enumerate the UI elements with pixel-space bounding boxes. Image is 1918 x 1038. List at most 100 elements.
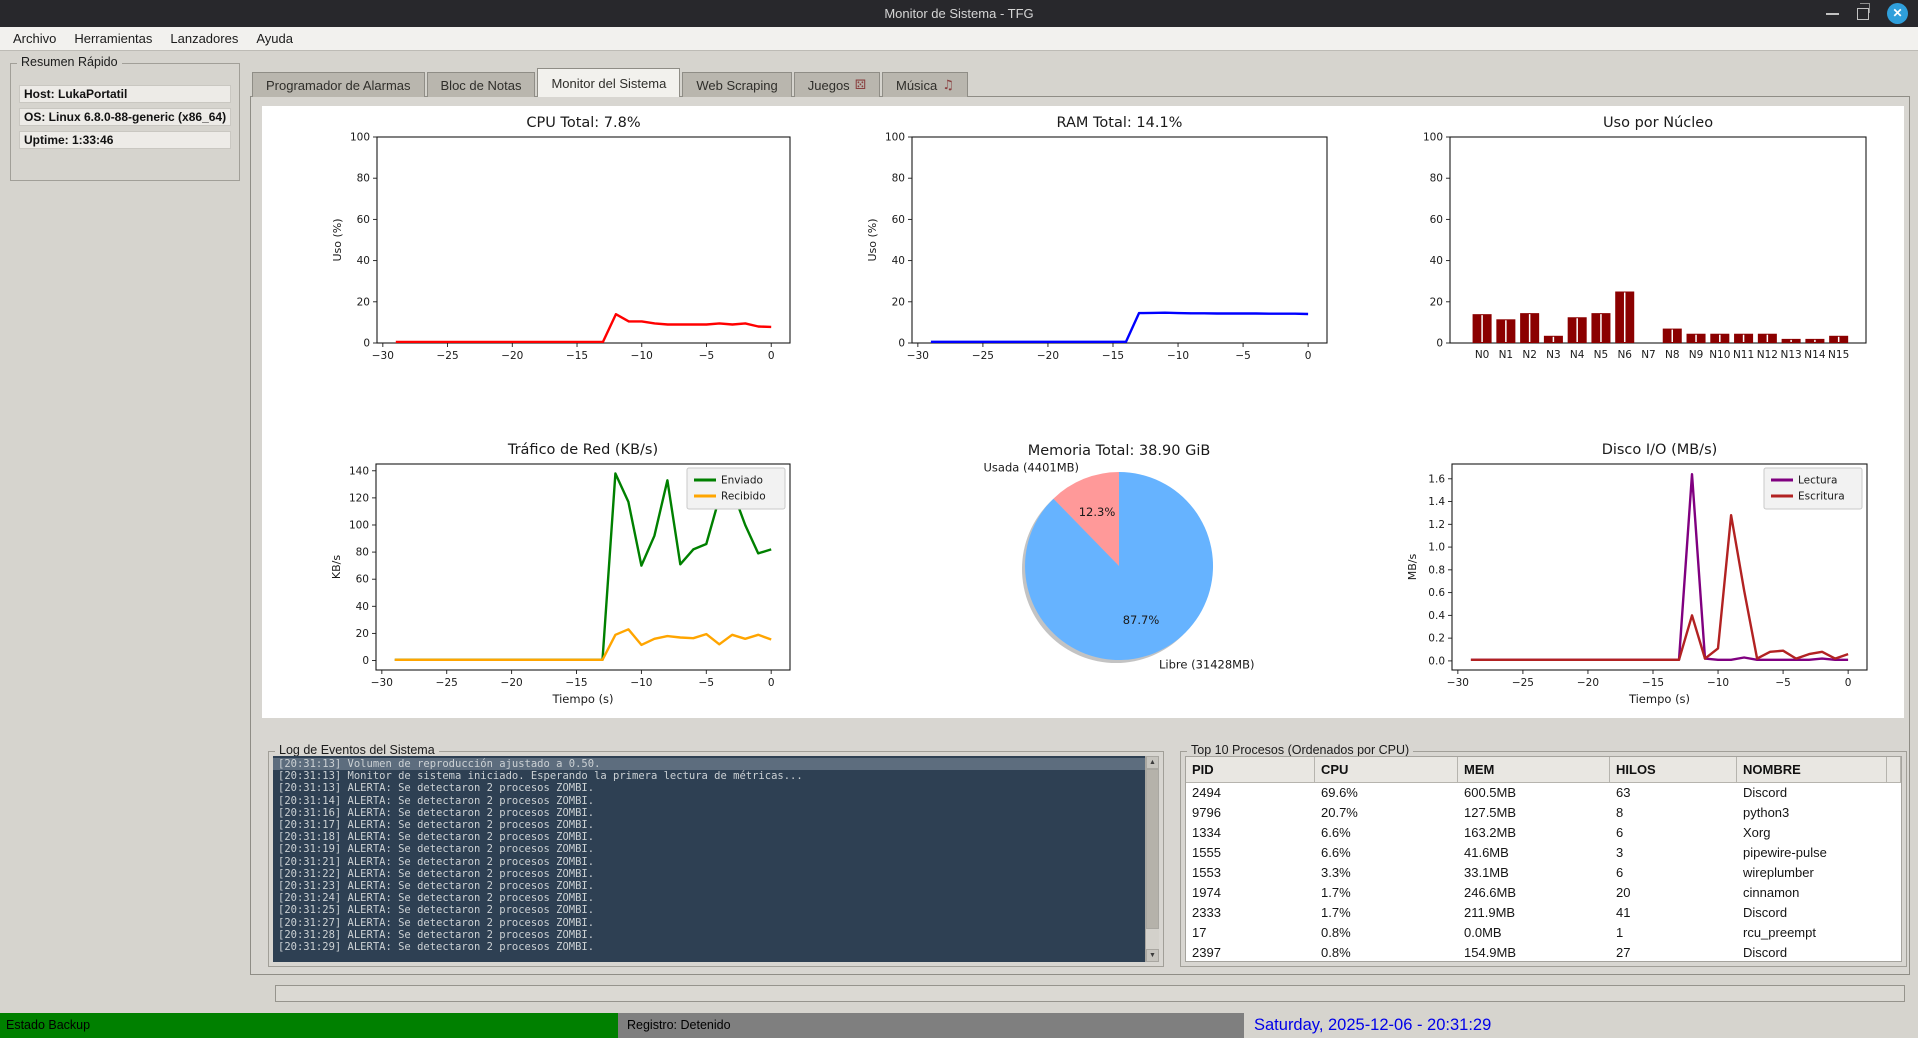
svg-text:N10: N10: [1709, 349, 1730, 361]
svg-text:0: 0: [768, 677, 775, 689]
svg-text:100: 100: [1423, 132, 1443, 144]
svg-text:60: 60: [1430, 214, 1443, 226]
svg-text:N6: N6: [1617, 349, 1632, 361]
svg-text:60: 60: [357, 214, 370, 226]
svg-text:KB/s: KB/s: [330, 555, 343, 579]
table-row[interactable]: 979620.7%127.5MB8python3: [1186, 803, 1901, 823]
log-scrollbar[interactable]: ▲ ▼: [1145, 756, 1159, 962]
uptime-label: Uptime: 1:33:46: [19, 131, 231, 149]
column-header-pid[interactable]: PID: [1186, 757, 1315, 783]
svg-text:N13: N13: [1781, 349, 1802, 361]
svg-text:0.0: 0.0: [1428, 655, 1445, 667]
window-controls: ✕: [1826, 0, 1908, 27]
svg-text:0.4: 0.4: [1428, 610, 1445, 622]
svg-text:−15: −15: [1102, 350, 1124, 362]
svg-text:N3: N3: [1546, 349, 1561, 361]
svg-text:−30: −30: [907, 350, 929, 362]
close-icon[interactable]: ✕: [1887, 3, 1908, 24]
svg-text:87.7%: 87.7%: [1123, 613, 1160, 627]
scroll-down-icon[interactable]: ▼: [1146, 949, 1159, 962]
svg-text:N9: N9: [1689, 349, 1704, 361]
backup-progressbar: [275, 985, 1905, 1002]
scrollbar-thumb[interactable]: [1146, 769, 1159, 929]
scroll-up-icon[interactable]: ▲: [1146, 756, 1159, 769]
tab-bar: Programador de Alarmas Bloc de Notas Mon…: [252, 68, 970, 97]
svg-text:40: 40: [357, 255, 370, 267]
svg-text:−20: −20: [501, 677, 523, 689]
status-backup-segment: Estado Backup: [0, 1013, 618, 1038]
svg-text:N14: N14: [1804, 349, 1826, 361]
svg-text:MB/s: MB/s: [1406, 553, 1419, 580]
svg-text:−5: −5: [1775, 677, 1790, 689]
table-row[interactable]: 23970.8%154.9MB27Discord: [1186, 943, 1901, 962]
table-row[interactable]: 249469.6%600.5MB63Discord: [1186, 783, 1901, 803]
svg-text:−30: −30: [372, 350, 394, 362]
svg-text:−25: −25: [1512, 677, 1534, 689]
svg-text:0: 0: [362, 655, 369, 667]
chart-disk-io: 0.00.20.40.60.81.01.21.41.6−30−25−20−15−…: [1356, 412, 1904, 718]
column-header-hilos[interactable]: HILOS: [1610, 757, 1737, 783]
svg-text:20: 20: [357, 296, 370, 308]
svg-text:−15: −15: [1642, 677, 1664, 689]
svg-text:−20: −20: [501, 350, 523, 362]
table-row[interactable]: 19741.7%246.6MB20cinnamon: [1186, 883, 1901, 903]
minimize-icon[interactable]: [1826, 13, 1839, 15]
maximize-icon[interactable]: [1857, 8, 1869, 20]
app-window: Monitor de Sistema - TFG ✕ Archivo Herra…: [0, 0, 1918, 1038]
log-area[interactable]: [20:31:13] Volumen de reproducción ajust…: [273, 756, 1159, 962]
tab-web-scraping[interactable]: Web Scraping: [682, 72, 791, 97]
menu-lanzadores[interactable]: Lanzadores: [161, 27, 247, 50]
menu-herramientas[interactable]: Herramientas: [65, 27, 161, 50]
status-datetime-segment: Saturday, 2025-12-06 - 20:31:29: [1244, 1013, 1918, 1038]
menu-archivo[interactable]: Archivo: [4, 27, 65, 50]
svg-text:RAM Total: 14.1%: RAM Total: 14.1%: [1057, 115, 1183, 131]
svg-text:120: 120: [349, 492, 369, 504]
svg-text:0: 0: [1436, 338, 1443, 350]
svg-text:CPU Total: 7.8%: CPU Total: 7.8%: [526, 115, 640, 131]
log-line: [20:31:24] ALERTA: Se detectaron 2 proce…: [273, 892, 1159, 904]
tab-bloc-de-notas[interactable]: Bloc de Notas: [427, 72, 536, 97]
menu-ayuda[interactable]: Ayuda: [247, 27, 302, 50]
svg-text:N12: N12: [1757, 349, 1778, 361]
table-row[interactable]: 23331.7%211.9MB41Discord: [1186, 903, 1901, 923]
svg-text:60: 60: [356, 574, 369, 586]
table-row[interactable]: 15533.3%33.1MB6wireplumber: [1186, 863, 1901, 883]
svg-text:100: 100: [885, 132, 905, 144]
tab-programador-de-alarmas[interactable]: Programador de Alarmas: [252, 72, 425, 97]
table-row[interactable]: 170.8%0.0MB1rcu_preempt: [1186, 923, 1901, 943]
os-label: OS: Linux 6.8.0-88-generic (x86_64): [19, 108, 231, 126]
svg-text:Disco I/O (MB/s): Disco I/O (MB/s): [1602, 442, 1718, 458]
host-label: Host: LukaPortatil: [19, 85, 231, 103]
column-header-nombre[interactable]: NOMBRE: [1737, 757, 1887, 783]
svg-text:Tráfico de Red (KB/s): Tráfico de Red (KB/s): [507, 442, 658, 458]
svg-text:−25: −25: [972, 350, 994, 362]
svg-text:20: 20: [892, 296, 905, 308]
svg-text:80: 80: [1430, 173, 1443, 185]
log-line: [20:31:19] ALERTA: Se detectaron 2 proce…: [273, 843, 1159, 855]
log-line: [20:31:16] ALERTA: Se detectaron 2 proce…: [273, 807, 1159, 819]
tab-monitor-del-sistema[interactable]: Monitor del Sistema: [537, 68, 680, 97]
log-line: [20:31:23] ALERTA: Se detectaron 2 proce…: [273, 880, 1159, 892]
svg-text:Libre (31428MB): Libre (31428MB): [1159, 657, 1254, 671]
log-line: [20:31:28] ALERTA: Se detectaron 2 proce…: [273, 929, 1159, 941]
log-line: [20:31:25] ALERTA: Se detectaron 2 proce…: [273, 904, 1159, 916]
column-header-cpu[interactable]: CPU: [1315, 757, 1458, 783]
svg-text:20: 20: [1430, 296, 1443, 308]
tab-musica[interactable]: Música♫: [882, 72, 968, 97]
svg-text:N8: N8: [1665, 349, 1680, 361]
svg-text:Recibido: Recibido: [721, 491, 766, 503]
chart-core-usage: 020406080100Uso por NúcleoN0N1N2N3N4N5N6…: [1356, 106, 1904, 412]
event-log-box: Log de Eventos del Sistema [20:31:13] Vo…: [268, 751, 1164, 967]
log-line: [20:31:22] ALERTA: Se detectaron 2 proce…: [273, 868, 1159, 880]
svg-text:Tiempo (s): Tiempo (s): [551, 692, 613, 706]
svg-text:−10: −10: [1167, 350, 1189, 362]
svg-text:N0: N0: [1475, 349, 1490, 361]
chart-memory-pie: Usada (4401MB)12.3%Libre (31428MB)87.7%M…: [809, 412, 1356, 718]
chart-network-traffic: 020406080100120140−30−25−20−15−10−50KB/s…: [262, 412, 809, 718]
column-header-mem[interactable]: MEM: [1458, 757, 1610, 783]
tab-juegos[interactable]: Juegos⚄: [794, 72, 880, 97]
svg-text:−20: −20: [1037, 350, 1059, 362]
table-row[interactable]: 15556.6%41.6MB3pipewire-pulse: [1186, 843, 1901, 863]
svg-text:0.2: 0.2: [1428, 633, 1445, 645]
table-row[interactable]: 13346.6%163.2MB6Xorg: [1186, 823, 1901, 843]
